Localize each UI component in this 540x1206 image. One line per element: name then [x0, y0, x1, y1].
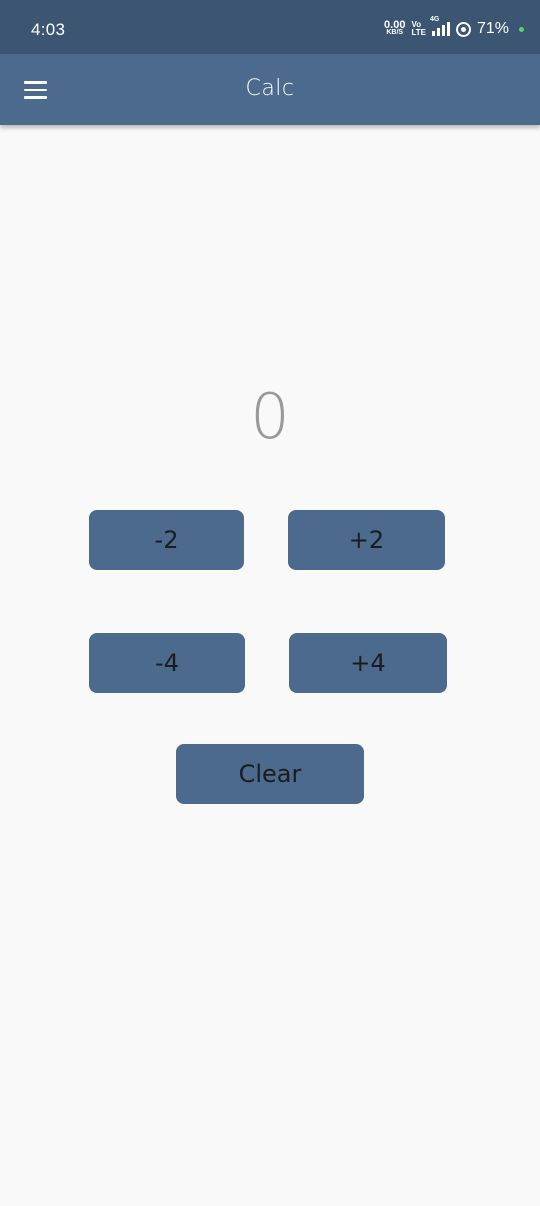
- minus-2-button[interactable]: -2: [89, 510, 244, 570]
- volte-indicator: Vo LTE: [411, 21, 426, 37]
- app-title: Calc: [245, 76, 295, 101]
- network-speed-unit: KB/S: [386, 29, 404, 36]
- signal-icon: 4G: [430, 16, 450, 36]
- status-bar: 4:03 0.00 KB/S Vo LTE 4G 71%: [0, 0, 540, 54]
- signal-bar: [446, 22, 450, 36]
- clear-button[interactable]: Clear: [176, 744, 364, 804]
- signal-bar: [436, 28, 440, 36]
- notification-dot-icon: [519, 26, 524, 32]
- status-icons: 0.00 KB/S Vo LTE 4G 71%: [384, 16, 524, 38]
- signal-bar: [441, 25, 445, 36]
- minus-4-button[interactable]: -4: [89, 633, 245, 693]
- plus-2-button[interactable]: +2: [288, 510, 445, 570]
- network-speed: 0.00 KB/S: [384, 19, 406, 37]
- plus-4-button[interactable]: +4: [289, 633, 447, 693]
- signal-bar: [431, 31, 435, 36]
- network-speed-value: 0.00: [384, 19, 406, 31]
- status-time: 4:03: [31, 20, 66, 39]
- counter-display: 0: [250, 380, 290, 453]
- network-type: 4G: [429, 16, 440, 23]
- volte-bottom: LTE: [411, 28, 426, 37]
- battery-percent: 71%: [476, 20, 509, 37]
- battery-icon: [455, 21, 471, 37]
- app-bar: Calc: [0, 54, 540, 125]
